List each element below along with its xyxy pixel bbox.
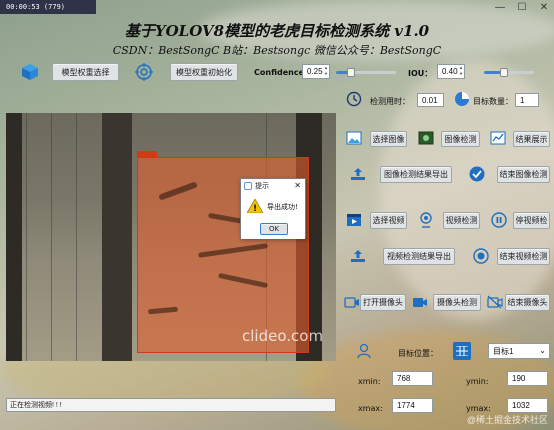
site-watermark: @稀土掘金技术社区 [466, 415, 548, 425]
chart-icon [490, 130, 506, 146]
select-video-button[interactable]: 选择视频 [370, 212, 407, 229]
webcam-icon [418, 212, 434, 228]
video-file-icon [346, 212, 362, 228]
check-circle-icon [468, 165, 486, 183]
cube-icon [20, 62, 40, 82]
pie-chart-icon [454, 91, 470, 107]
close-button[interactable]: ✕ [538, 2, 550, 13]
camera-off-icon [487, 294, 503, 310]
export-success-dialog: 提示 ✕ ! 导出成功! OK [240, 178, 306, 239]
image-detect-icon [418, 130, 434, 146]
maximize-button[interactable]: ☐ [516, 2, 528, 13]
grid-icon [453, 342, 471, 360]
minimize-button[interactable]: — [494, 2, 506, 13]
app-subtitle: CSDN：BestSongC B站：Bestsongc 微信公众号：BestSo… [112, 44, 442, 57]
upload-icon [350, 248, 366, 264]
slider-handle[interactable] [347, 68, 355, 77]
warning-icon: ! [247, 199, 263, 213]
image-detect-button[interactable]: 图像检测 [441, 131, 480, 147]
detect-time-value: 0.01 [417, 93, 444, 107]
status-bar: 正在检测视频! ! ! [6, 398, 336, 412]
select-weights-button[interactable]: 模型权重选择 [52, 63, 119, 81]
ymin-label: ymin: [466, 377, 489, 386]
detect-time-label: 检测用时： [370, 97, 410, 106]
app-title: 基于YOLOV8模型的老虎目标检测系统 v1.0 [124, 22, 430, 40]
target-position-label: 目标位置： [398, 349, 438, 358]
select-image-button[interactable]: 选择图像 [370, 131, 407, 147]
dialog-message: 导出成功! [267, 203, 298, 211]
iou-spinbox[interactable]: 0.40 [437, 64, 465, 79]
end-camera-button[interactable]: 结束摄像头 [505, 294, 550, 311]
window-controls: — ☐ ✕ [494, 2, 550, 13]
xmin-label: xmin: [358, 377, 381, 386]
target-icon [134, 62, 154, 82]
end-image-detect-button[interactable]: 结束图像检测 [497, 166, 550, 183]
pause-video-button[interactable]: 停视频检 [513, 212, 550, 229]
camera-icon [344, 294, 360, 310]
export-video-result-button[interactable]: 视频检测结果导出 [383, 248, 455, 265]
image-icon [346, 130, 362, 146]
dialog-close-button[interactable]: ✕ [294, 181, 301, 190]
ymin-value: 190 [507, 371, 548, 386]
open-camera-button[interactable]: 打开摄像头 [360, 294, 406, 311]
pause-icon [491, 212, 507, 228]
stop-circle-icon [472, 247, 490, 265]
user-icon [356, 343, 372, 359]
iou-label: IOU： [408, 69, 433, 78]
end-video-detect-button[interactable]: 结束视频检测 [497, 248, 550, 265]
clock-icon [346, 91, 362, 107]
xmax-label: xmax: [358, 404, 383, 413]
xmax-value: 1774 [392, 398, 433, 413]
init-weights-button[interactable]: 模型权重初始化 [170, 63, 238, 81]
confidence-slider[interactable] [336, 68, 396, 77]
video-watermark: clideo.com [242, 327, 324, 345]
target-select-dropdown[interactable]: 目标1 ⌄ [488, 343, 550, 359]
video-detect-button[interactable]: 视频检测 [443, 212, 480, 229]
xmin-value: 768 [392, 371, 433, 386]
upload-icon [350, 166, 366, 182]
confidence-spinbox[interactable]: 0.25 [302, 64, 330, 79]
confidence-label: Confidence: [254, 68, 308, 77]
export-image-result-button[interactable]: 图像检测结果导出 [380, 166, 452, 183]
show-result-button[interactable]: 结果展示 [513, 131, 550, 147]
dialog-ok-button[interactable]: OK [260, 223, 288, 235]
target-count-value: 1 [515, 93, 539, 107]
svg-text:!: ! [253, 204, 257, 213]
target-select-value: 目标1 [493, 346, 514, 356]
video-camera-icon [412, 294, 428, 310]
recording-timestamp: 00:00:53 (779) [0, 0, 96, 14]
dialog-app-icon [244, 182, 252, 190]
target-count-label: 目标数量： [473, 97, 513, 106]
iou-slider[interactable] [484, 68, 534, 77]
chevron-down-icon: ⌄ [539, 346, 546, 355]
slider-handle[interactable] [500, 68, 508, 77]
ymax-label: ymax: [466, 404, 491, 413]
camera-detect-button[interactable]: 摄像头检测 [433, 294, 481, 311]
ymax-value: 1032 [507, 398, 548, 413]
